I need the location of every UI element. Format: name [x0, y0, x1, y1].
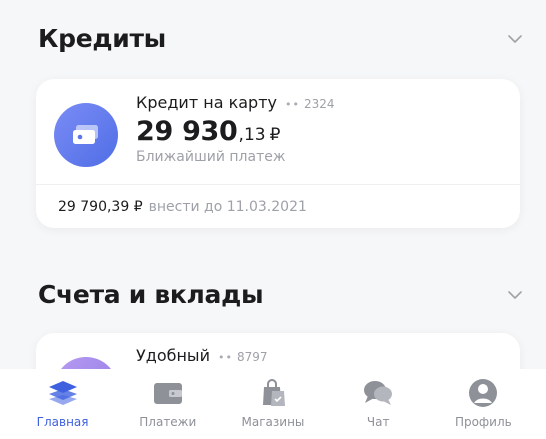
profile-icon [465, 377, 501, 409]
credits-section-header[interactable]: Кредиты [38, 24, 524, 53]
next-payment-amount: 29 790,39 ₽ [58, 199, 143, 215]
tab-chat[interactable]: Чат [331, 377, 426, 429]
credit-info: Кредит на карту •• 2324 29 930 ,13 ₽ Бли… [136, 93, 335, 165]
tab-shops[interactable]: Магазины [225, 377, 320, 429]
credit-amount-main: 29 930 [136, 116, 238, 147]
card-mask-digits: 2324 [303, 97, 335, 111]
tab-chat-label: Чат [366, 415, 390, 429]
credits-section-title: Кредиты [38, 24, 166, 53]
next-payment-row: 29 790,39 ₽ внести до 11.03.2021 [36, 185, 520, 215]
bottom-tab-bar: Главная Платежи Магазины Чат Профиль [0, 369, 546, 439]
next-payment-due: внести до 11.03.2021 [148, 199, 307, 215]
layers-icon [45, 377, 81, 409]
banknote-icon [54, 103, 118, 167]
account-name: Удобный [136, 346, 210, 365]
credit-amount: 29 930 ,13 ₽ [136, 116, 335, 147]
chevron-down-icon[interactable] [508, 32, 522, 46]
account-info: Удобный •• 8797 [136, 346, 268, 365]
tab-shops-label: Магазины [241, 415, 305, 429]
card-mask-dots: •• [285, 98, 300, 111]
wallet-icon [150, 377, 186, 409]
accounts-section-title: Счета и вклады [38, 280, 264, 309]
credit-subtitle: Ближайший платеж [136, 149, 286, 165]
credit-card-item[interactable]: Кредит на карту •• 2324 29 930 ,13 ₽ Бли… [36, 79, 520, 228]
tab-payments[interactable]: Платежи [120, 377, 215, 429]
tab-payments-label: Платежи [139, 415, 197, 429]
tab-profile[interactable]: Профиль [436, 377, 531, 429]
credit-card-summary: Кредит на карту •• 2324 29 930 ,13 ₽ Бли… [36, 79, 520, 185]
tab-home-label: Главная [36, 415, 89, 429]
credit-name: Кредит на карту [136, 93, 277, 112]
tab-profile-label: Профиль [454, 415, 512, 429]
tab-home[interactable]: Главная [15, 377, 110, 429]
accounts-section-header[interactable]: Счета и вклады [38, 280, 524, 309]
credit-amount-cents: ,13 [238, 125, 266, 145]
chat-icon [360, 377, 396, 409]
account-mask-digits: 8797 [236, 350, 268, 364]
account-mask-dots: •• [217, 351, 233, 364]
chevron-down-icon[interactable] [508, 288, 522, 302]
credit-amount-currency: ₽ [269, 125, 281, 145]
shopping-bag-icon [255, 377, 291, 409]
